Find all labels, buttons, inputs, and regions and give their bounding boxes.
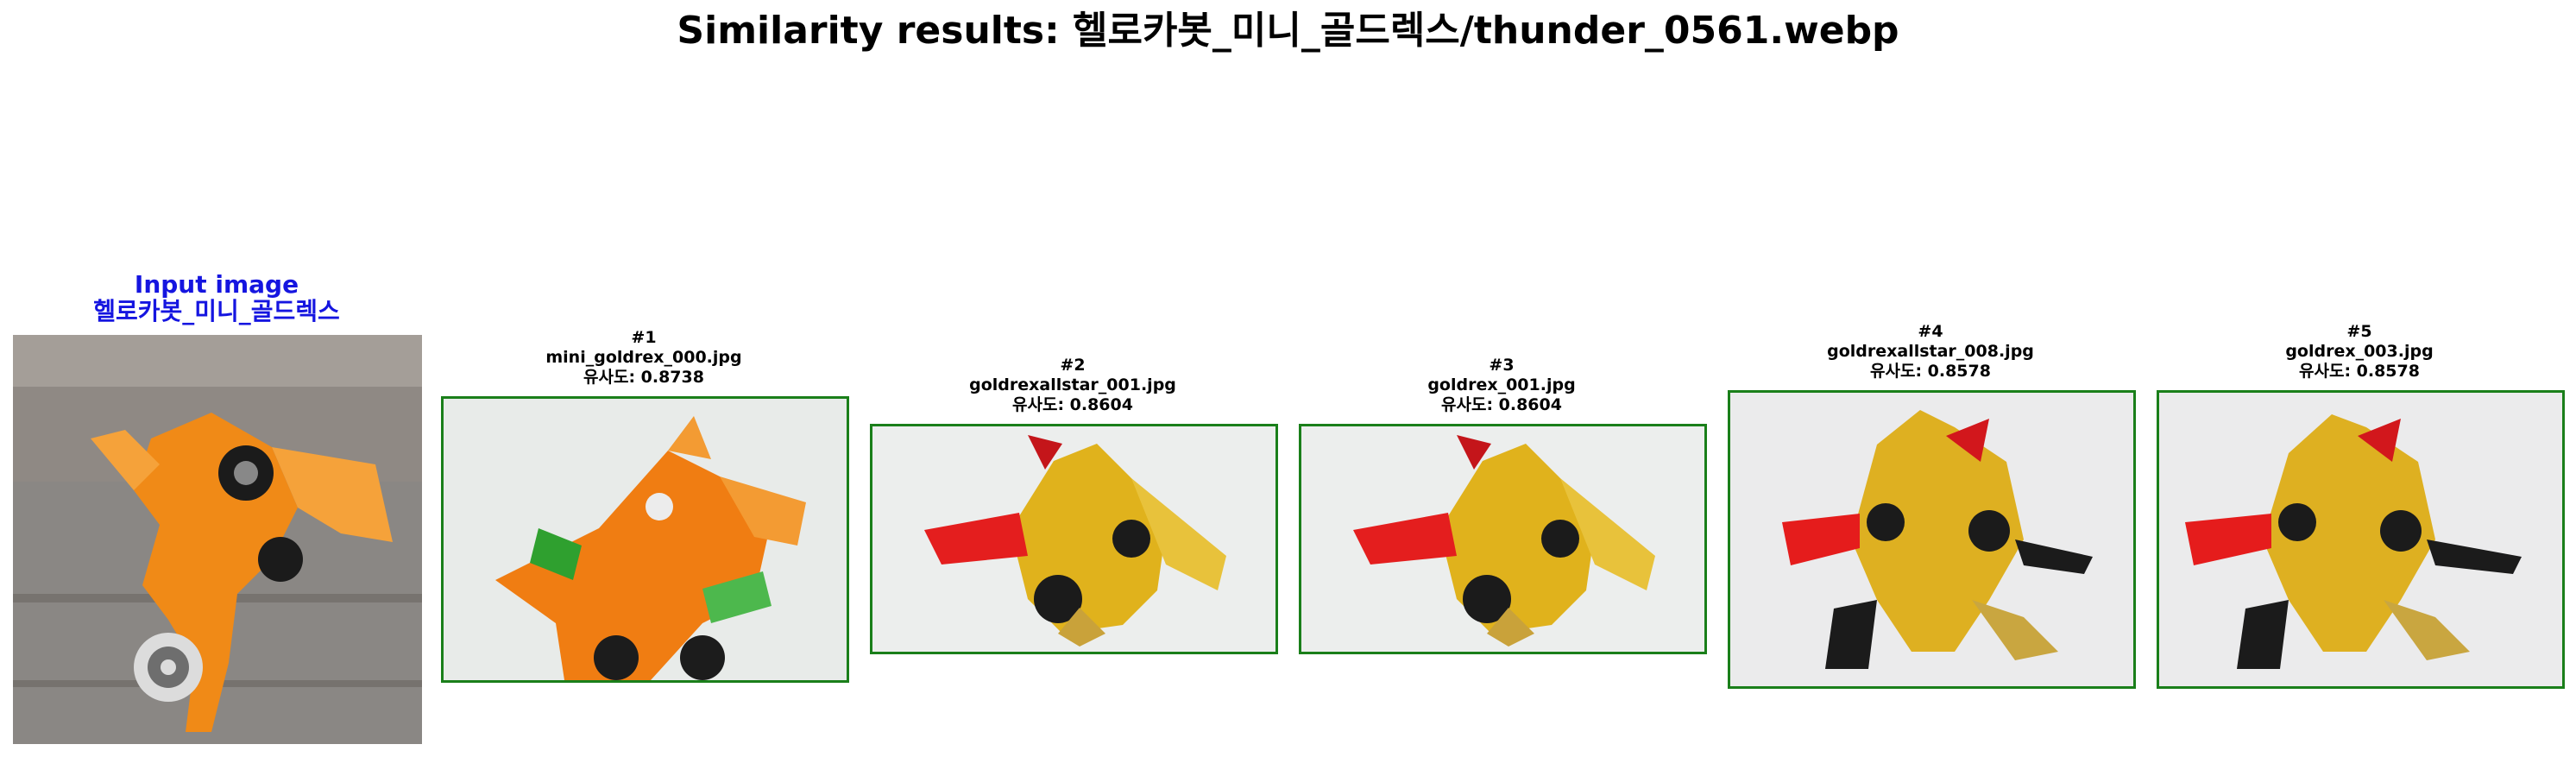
- result-3-image[interactable]: [1299, 424, 1707, 654]
- input-image: [13, 335, 422, 744]
- result-2-image[interactable]: [870, 424, 1278, 654]
- result-2-filename: goldrexallstar_001.jpg: [969, 375, 1176, 394]
- result-3-filename: goldrex_001.jpg: [1427, 375, 1576, 394]
- result-1-rank: #1: [631, 328, 657, 347]
- result-5-filename: goldrex_003.jpg: [2285, 342, 2434, 361]
- result-3-rank: #3: [1489, 356, 1515, 375]
- result-5-image[interactable]: [2157, 390, 2565, 689]
- result-4-similarity: 유사도: 0.8578: [1870, 362, 1991, 381]
- result-1-image[interactable]: [441, 396, 849, 683]
- result-1-similarity: 유사도: 0.8738: [583, 368, 704, 387]
- result-2-rank: #2: [1060, 356, 1086, 375]
- result-5-rank: #5: [2346, 322, 2372, 341]
- input-category-label: 헬로카봇_미니_골드렉스: [93, 297, 340, 325]
- input-image-label: Input image: [134, 270, 299, 299]
- result-3-similarity: 유사도: 0.8604: [1441, 395, 1562, 414]
- result-4-image[interactable]: [1728, 390, 2136, 689]
- result-4-filename: goldrexallstar_008.jpg: [1827, 342, 2034, 361]
- result-4-rank: #4: [1918, 322, 1943, 341]
- page-title: Similarity results: 헬로카봇_미니_골드렉스/thunder…: [677, 9, 1899, 53]
- result-5-similarity: 유사도: 0.8578: [2299, 362, 2420, 381]
- result-1-filename: mini_goldrex_000.jpg: [545, 348, 742, 367]
- result-2-similarity: 유사도: 0.8604: [1012, 395, 1133, 414]
